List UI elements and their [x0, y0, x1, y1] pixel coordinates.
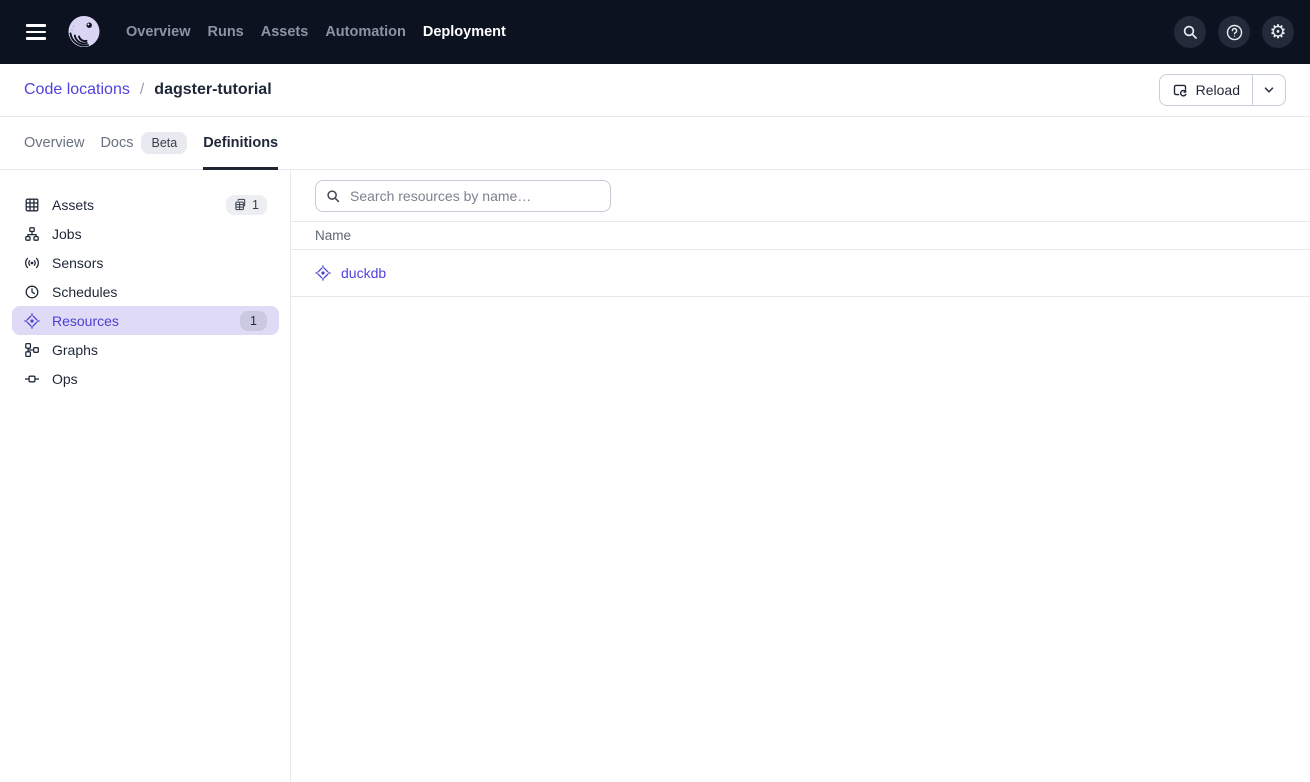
- assets-count-badge: 1: [226, 195, 267, 215]
- resources-count: 1: [250, 314, 257, 328]
- content-area: Assets 1: [0, 170, 1310, 782]
- chevron-down-icon: [1263, 84, 1275, 96]
- graph-icon: [24, 342, 40, 358]
- column-header-name: Name: [315, 228, 351, 243]
- gear-icon: ⚙: [1269, 23, 1286, 42]
- sidebar-item-ops[interactable]: Ops: [12, 364, 279, 393]
- sidebar-item-sensors[interactable]: Sensors: [12, 248, 279, 277]
- sidebar-item-label: Jobs: [52, 226, 82, 242]
- reload-dropdown-button[interactable]: [1252, 75, 1285, 105]
- sidebar-item-label: Graphs: [52, 342, 98, 358]
- clock-icon: [24, 284, 40, 300]
- primary-nav: Overview Runs Assets Automation Deployme…: [126, 24, 506, 40]
- breadcrumb-separator: /: [140, 81, 144, 99]
- tab-definitions-label: Definitions: [203, 135, 278, 151]
- tab-docs[interactable]: Docs Beta: [100, 117, 187, 169]
- search-icon: [1182, 24, 1198, 40]
- beta-badge: Beta: [141, 132, 187, 154]
- topbar-actions: ⚙: [1174, 16, 1294, 48]
- search-row: [291, 170, 1310, 222]
- sidebar-item-label: Ops: [52, 371, 78, 387]
- sidebar-item-jobs[interactable]: Jobs: [12, 219, 279, 248]
- stacked-tables-icon: [234, 198, 247, 211]
- breadcrumb-current-location: dagster-tutorial: [154, 81, 271, 99]
- menu-button[interactable]: [16, 12, 56, 52]
- sidebar-item-graphs[interactable]: Graphs: [12, 335, 279, 364]
- breadcrumb: Code locations / dagster-tutorial: [24, 81, 272, 99]
- sidebar-item-label: Assets: [52, 197, 94, 213]
- tab-overview[interactable]: Overview: [24, 117, 84, 169]
- assets-count: 1: [252, 198, 259, 212]
- definitions-sidebar: Assets 1: [0, 170, 291, 782]
- reload-button-label: Reload: [1196, 82, 1240, 98]
- nav-deployment[interactable]: Deployment: [423, 24, 506, 40]
- resources-count-badge: 1: [240, 311, 267, 331]
- resources-panel: Name duckdb: [291, 170, 1310, 782]
- nav-automation[interactable]: Automation: [325, 24, 406, 40]
- settings-button[interactable]: ⚙: [1262, 16, 1294, 48]
- sidebar-item-assets[interactable]: Assets 1: [12, 190, 279, 219]
- resource-link-duckdb[interactable]: duckdb: [341, 265, 386, 281]
- sensor-icon: [24, 255, 40, 271]
- tab-overview-label: Overview: [24, 135, 84, 151]
- resource-icon: [24, 313, 40, 329]
- breadcrumb-code-locations-link[interactable]: Code locations: [24, 81, 130, 99]
- tab-definitions[interactable]: Definitions: [203, 117, 278, 169]
- sidebar-item-label: Schedules: [52, 284, 117, 300]
- reload-button[interactable]: Reload: [1160, 75, 1252, 105]
- sidebar-item-label: Sensors: [52, 255, 103, 271]
- table-icon: [24, 197, 40, 213]
- sidebar-item-label: Resources: [52, 313, 119, 329]
- resource-search-input[interactable]: [348, 187, 600, 205]
- help-icon: [1226, 24, 1243, 41]
- top-navigation-bar: Overview Runs Assets Automation Deployme…: [0, 0, 1310, 64]
- help-button[interactable]: [1218, 16, 1250, 48]
- job-graph-icon: [24, 226, 40, 242]
- resource-search-box: [315, 180, 611, 212]
- resource-row-duckdb[interactable]: duckdb: [291, 250, 1310, 297]
- page-header: Code locations / dagster-tutorial Reload: [0, 64, 1310, 117]
- nav-runs[interactable]: Runs: [208, 24, 244, 40]
- code-location-tabs: Overview Docs Beta Definitions: [0, 117, 1310, 170]
- resource-icon: [315, 265, 331, 281]
- reload-icon: [1172, 82, 1188, 98]
- nav-assets[interactable]: Assets: [261, 24, 309, 40]
- op-icon: [24, 371, 40, 387]
- sidebar-item-resources[interactable]: Resources 1: [12, 306, 279, 335]
- header-actions: Reload: [1159, 74, 1286, 106]
- search-button[interactable]: [1174, 16, 1206, 48]
- reload-split-button: Reload: [1159, 74, 1286, 106]
- tab-docs-label: Docs: [100, 135, 133, 151]
- sidebar-item-schedules[interactable]: Schedules: [12, 277, 279, 306]
- dagster-logo[interactable]: [64, 12, 104, 52]
- search-icon: [326, 189, 340, 203]
- nav-overview[interactable]: Overview: [126, 24, 191, 40]
- resources-table-header: Name: [291, 222, 1310, 250]
